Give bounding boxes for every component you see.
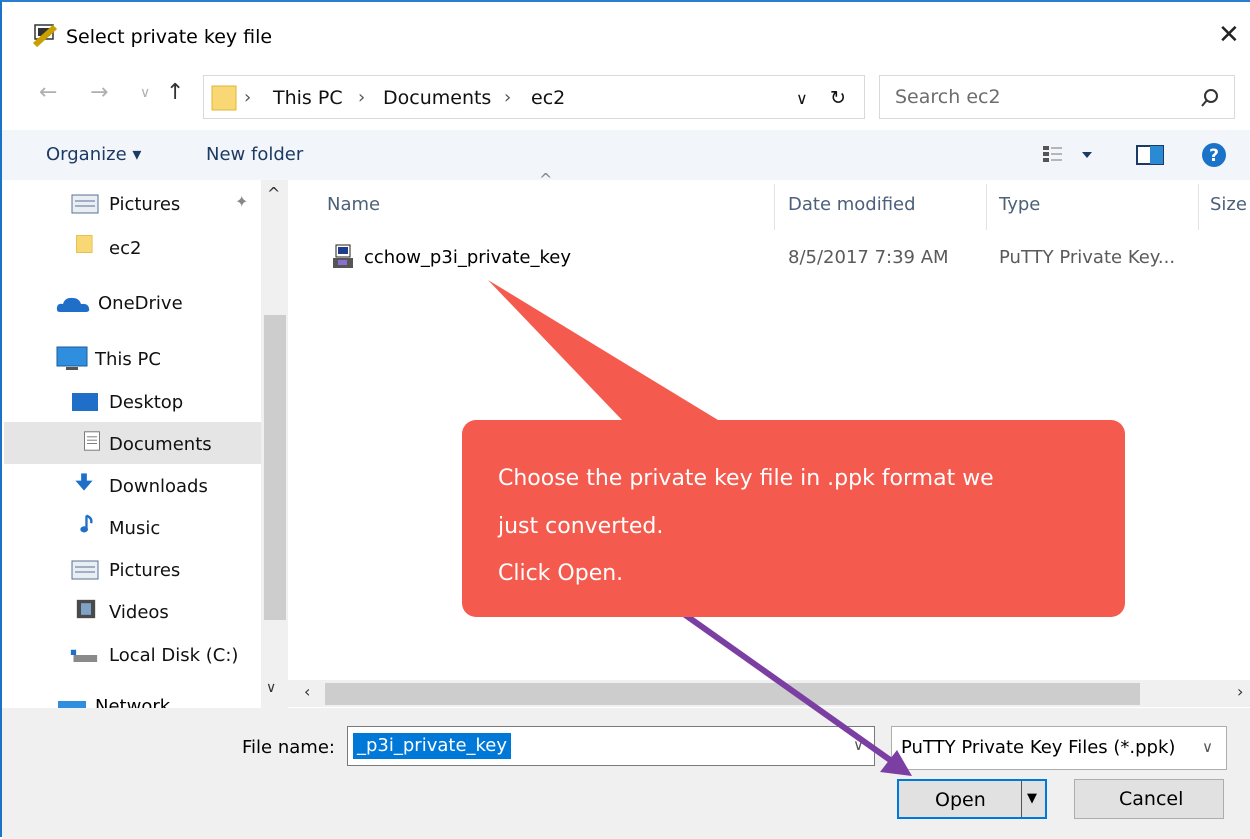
annotation-overlay (488, 280, 912, 776)
callout-line-1: Choose the private key file in .ppk form… (498, 466, 994, 491)
callout-pointer (488, 280, 718, 420)
callout-line-3: Click Open. (498, 561, 624, 586)
callout-line-2: just converted. (498, 514, 664, 539)
